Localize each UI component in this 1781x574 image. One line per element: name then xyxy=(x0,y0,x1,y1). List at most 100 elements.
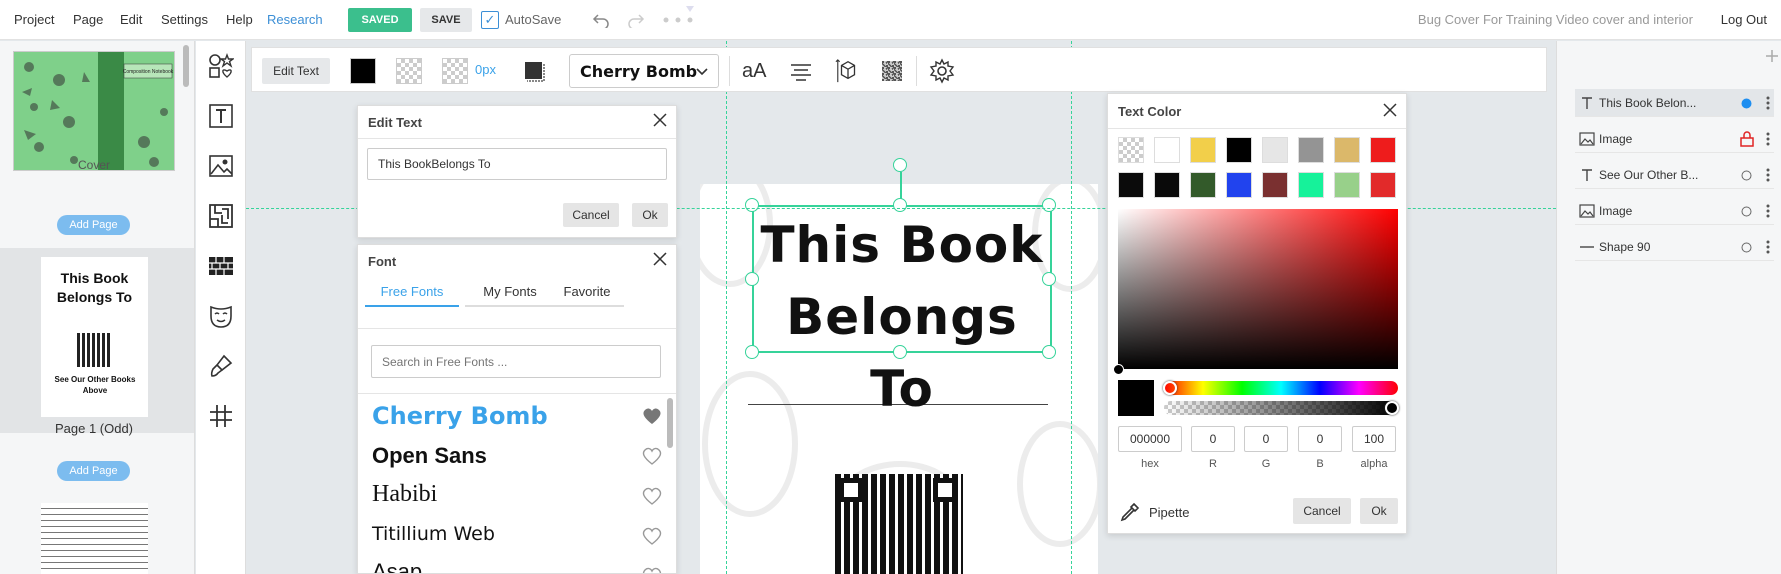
resize-handle-tl[interactable] xyxy=(745,198,759,212)
add-layer-icon[interactable] xyxy=(1765,49,1779,63)
add-page-button-2[interactable]: Add Page xyxy=(57,461,130,481)
shapes-icon[interactable] xyxy=(208,53,234,79)
tab-my-fonts[interactable]: My Fonts xyxy=(465,279,555,307)
alpha-slider[interactable] xyxy=(1164,401,1398,415)
resize-handle-r[interactable] xyxy=(1042,272,1056,286)
font-item-habibi[interactable]: Habibi xyxy=(372,481,437,508)
color-swatch[interactable] xyxy=(1262,172,1288,198)
hue-slider[interactable] xyxy=(1164,381,1398,395)
favorite-heart-icon[interactable] xyxy=(642,567,662,574)
layer-item[interactable]: Image xyxy=(1575,197,1774,225)
shadow-icon[interactable] xyxy=(522,58,548,84)
layer-menu-icon[interactable] xyxy=(1766,132,1770,146)
color-swatch[interactable] xyxy=(1154,137,1180,163)
pipette-icon[interactable] xyxy=(1120,502,1140,522)
logout-link[interactable]: Log Out xyxy=(1721,12,1767,27)
font-item-cherry-bomb[interactable]: Cherry Bomb xyxy=(372,402,548,430)
text-size-icon[interactable]: aA xyxy=(742,60,766,86)
text-color-swatch[interactable] xyxy=(350,58,376,84)
layer-menu-icon[interactable] xyxy=(1766,168,1770,182)
layer-menu-icon[interactable] xyxy=(1766,240,1770,254)
pages-scrollbar[interactable] xyxy=(183,45,189,87)
menu-project[interactable]: Project xyxy=(14,12,54,27)
resize-handle-t[interactable] xyxy=(893,198,907,212)
color-swatch[interactable] xyxy=(1226,172,1252,198)
layer-item[interactable]: Shape 90 xyxy=(1575,233,1774,261)
favorite-heart-icon[interactable] xyxy=(642,407,662,425)
green-input[interactable]: 0 xyxy=(1244,426,1288,452)
text-tool-icon[interactable] xyxy=(208,103,234,129)
close-icon[interactable] xyxy=(652,251,668,267)
undo-icon[interactable] xyxy=(592,10,610,28)
page2-thumbnail[interactable] xyxy=(41,503,148,574)
opacity-icon[interactable] xyxy=(882,61,902,81)
color-swatch[interactable] xyxy=(1334,172,1360,198)
hex-input[interactable]: 000000 xyxy=(1118,426,1182,452)
redo-icon[interactable] xyxy=(627,10,645,28)
visibility-circle-icon[interactable] xyxy=(1741,170,1752,181)
font-item-open-sans[interactable]: Open Sans xyxy=(372,443,487,469)
alpha-input[interactable]: 100 xyxy=(1352,426,1396,452)
color-ok-button[interactable]: Ok xyxy=(1360,498,1398,524)
cover-thumbnail[interactable]: Composition Notebook xyxy=(13,51,175,171)
background-color-swatch[interactable] xyxy=(396,58,422,84)
selected-dot-icon[interactable] xyxy=(1741,98,1752,109)
add-page-button[interactable]: Add Page xyxy=(57,215,130,235)
rotate-handle[interactable] xyxy=(893,158,907,172)
color-swatch[interactable] xyxy=(1334,137,1360,163)
text-selection-box[interactable]: This Book Belongs To xyxy=(752,205,1052,418)
page1-thumbnail[interactable]: This Book Belongs To See Our Other Books… xyxy=(41,257,148,417)
mask-icon[interactable] xyxy=(208,303,234,329)
layer-menu-icon[interactable] xyxy=(1766,96,1770,110)
font-search-input[interactable] xyxy=(371,345,661,378)
font-item-asap[interactable]: Asap xyxy=(372,559,422,573)
layer-item[interactable]: This Book Belon... xyxy=(1575,89,1774,117)
favorite-heart-icon[interactable] xyxy=(642,527,662,545)
tab-favorite[interactable]: Favorite xyxy=(550,279,624,307)
align-center-icon[interactable] xyxy=(788,58,814,84)
menu-page[interactable]: Page xyxy=(73,12,103,27)
autosave-checkbox[interactable]: ✓ xyxy=(481,11,499,29)
resize-handle-l[interactable] xyxy=(745,272,759,286)
edit-text-input[interactable] xyxy=(367,148,667,180)
edit-text-button[interactable]: Edit Text xyxy=(262,58,330,84)
red-input[interactable]: 0 xyxy=(1191,426,1235,452)
grid-hash-icon[interactable] xyxy=(208,403,234,429)
save-button[interactable]: SAVE xyxy=(420,8,472,32)
resize-handle-bl[interactable] xyxy=(745,345,759,359)
tab-free-fonts[interactable]: Free Fonts xyxy=(365,279,459,307)
maze-icon[interactable] xyxy=(208,203,234,229)
layer-menu-icon[interactable] xyxy=(1766,204,1770,218)
alpha-slider-handle[interactable] xyxy=(1385,401,1399,415)
color-swatch[interactable] xyxy=(1226,137,1252,163)
layer-item[interactable]: Image xyxy=(1575,125,1774,153)
font-item-titillium-web[interactable]: Titillium Web xyxy=(372,523,495,545)
saturation-value-picker[interactable] xyxy=(1118,209,1398,369)
lock-icon[interactable] xyxy=(1740,131,1754,147)
color-cancel-button[interactable]: Cancel xyxy=(1293,498,1351,524)
close-icon[interactable] xyxy=(1382,102,1398,118)
color-swatch[interactable] xyxy=(1370,137,1396,163)
color-swatch[interactable] xyxy=(1154,172,1180,198)
stroke-width-value[interactable]: 0px xyxy=(475,62,496,88)
edit-text-ok-button[interactable]: Ok xyxy=(632,203,668,227)
favorite-heart-icon[interactable] xyxy=(642,487,662,505)
resize-handle-tr[interactable] xyxy=(1042,198,1056,212)
color-swatch[interactable] xyxy=(1370,172,1396,198)
image-tool-icon[interactable] xyxy=(208,153,234,179)
menu-edit[interactable]: Edit xyxy=(120,12,142,27)
brush-icon[interactable] xyxy=(208,353,234,379)
menu-help[interactable]: Help xyxy=(226,12,253,27)
color-swatch[interactable] xyxy=(1190,137,1216,163)
transform-3d-icon[interactable] xyxy=(834,58,862,84)
more-dots-icon[interactable] xyxy=(662,4,702,30)
qr-code-image[interactable] xyxy=(835,474,963,574)
pipette-label[interactable]: Pipette xyxy=(1149,505,1189,520)
hue-slider-handle[interactable] xyxy=(1163,381,1177,395)
bricks-icon[interactable] xyxy=(208,253,234,279)
visibility-circle-icon[interactable] xyxy=(1741,206,1752,217)
gear-icon[interactable] xyxy=(929,58,955,84)
color-swatch[interactable] xyxy=(1118,172,1144,198)
resize-handle-b[interactable] xyxy=(893,345,907,359)
blue-input[interactable]: 0 xyxy=(1298,426,1342,452)
